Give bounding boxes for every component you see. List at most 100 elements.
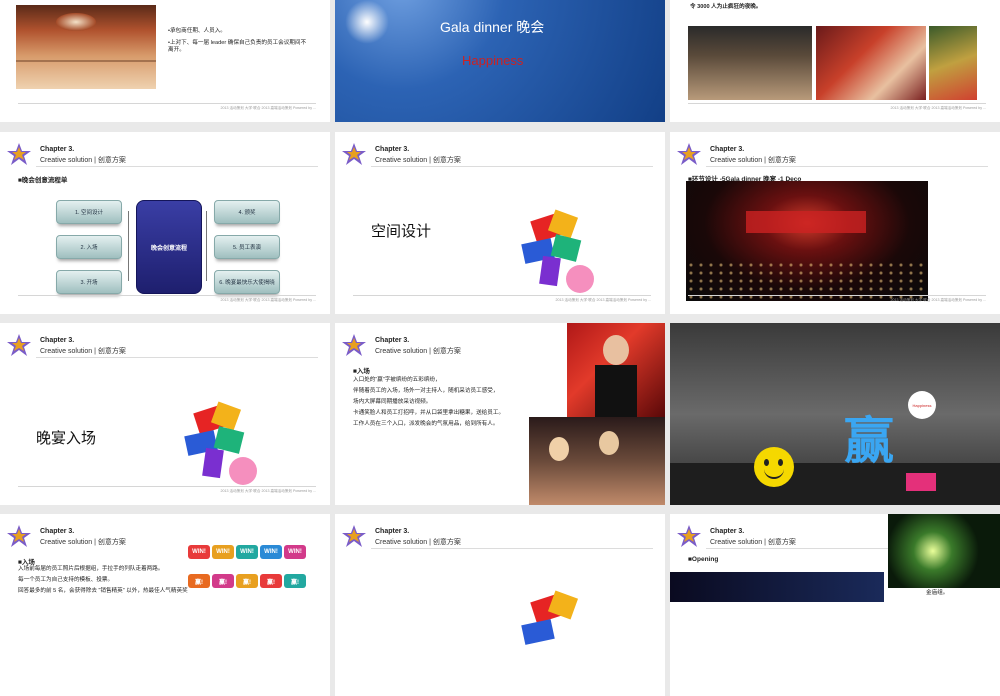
ying-character-sign: 赢: [844, 413, 894, 469]
flow-box-left-3: 3. 开场: [56, 270, 122, 294]
header-rule: [706, 166, 988, 167]
slide-thumbnail-10[interactable]: Chapter 3. Creative solution | 创意方案 ■入场 …: [0, 514, 330, 696]
entrance-line-3: 场内大屏幕同期播放采访视频。: [353, 399, 432, 405]
slide-footer: 2013 活动策划 大学·联合 2013 高端活动策划 Powered by .…: [18, 295, 316, 304]
ying-sign-5: 赢!: [284, 574, 306, 588]
chapter-subtitle: Creative solution | 创意方案: [375, 157, 461, 164]
slide-thumbnail-6[interactable]: Chapter 3. Creative solution | 创意方案 ■环节设…: [670, 132, 1000, 314]
header-rule: [36, 357, 318, 358]
desert-photo: [16, 5, 156, 89]
paparazzi-photo: [567, 323, 665, 417]
win-sign-1: WIN!: [188, 545, 210, 559]
venue-deco-photo: [686, 181, 928, 301]
slide-header: Chapter 3. Creative solution | 创意方案: [335, 514, 665, 556]
star-logo-icon: [342, 334, 366, 356]
slide-footer: 2013 活动策划 大学·联合 2013 高端活动策划 Powered by .…: [353, 295, 651, 304]
slide-thumbnail-12[interactable]: Chapter 3. Creative solution | 创意方案 ■Ope…: [670, 514, 1000, 696]
flow-box-left-1: 1. 空间设计: [56, 200, 122, 224]
slide-thumbnail-2[interactable]: Gala dinner 晚会 Happiness: [335, 0, 665, 122]
ying-sign-4: 赢!: [260, 574, 282, 588]
section-big-title: 空间设计: [371, 223, 432, 240]
star-logo-icon: [7, 334, 31, 356]
slide-footer: 2013 活动策划 大学·联合 2013 高端活动策划 Powered by .…: [18, 103, 316, 112]
win-sign-3: WIN!: [236, 545, 258, 559]
section-heading: ■晚会创意流程单: [18, 177, 68, 184]
bullet-1: •承包商任期、人员入。: [168, 28, 226, 34]
slide-thumbnail-7[interactable]: Chapter 3. Creative solution | 创意方案 晚宴入场…: [0, 323, 330, 505]
colorful-3d-logo-icon: [521, 590, 579, 645]
flow-box-right-2: 5. 员工表演: [214, 235, 280, 259]
flow-box-left-2: 2. 入场: [56, 235, 122, 259]
slide-footer: 2013 活动策划 大学·联合 2013 高端活动策划 Powered by .…: [18, 486, 316, 495]
entrance-line-1: 入口处的“赢”字被缤纷的五彩缤纷，: [353, 377, 441, 383]
flow-box-right-1: 4. 颁奖: [214, 200, 280, 224]
entrance-line-2: 每一个员工为自己支持的模板、投票。: [18, 577, 114, 583]
entrance-line-4: 卡通笑脸人和员工打招呼，并从口袋里拿出糖果，送给员工。: [353, 410, 505, 416]
crowd-photo-2: [816, 26, 926, 100]
connector-right: [206, 211, 207, 281]
ying-sign-3: 赢!: [236, 574, 258, 588]
slide-thumbnail-5[interactable]: Chapter 3. Creative solution | 创意方案 空间设计…: [335, 132, 665, 314]
chapter-subtitle: Creative solution | 创意方案: [710, 539, 796, 546]
bullet-2: •上对下、每一届 leader 确保自己负责的员工会议期间不离开。: [168, 40, 307, 53]
chapter-subtitle: Creative solution | 创意方案: [375, 539, 461, 546]
star-logo-icon: [342, 143, 366, 165]
gala-title: Gala dinner 晚会: [440, 19, 545, 35]
chapter-title: Chapter 3.: [40, 146, 75, 153]
header-rule: [371, 548, 653, 549]
happiness-tagline: Happiness: [462, 53, 524, 68]
chapter-title: Chapter 3.: [375, 337, 410, 344]
star-logo-icon: [677, 143, 701, 165]
chapter-title: Chapter 3.: [40, 337, 75, 344]
entrance-line-5: 工作人员在三个入口，派发晚会的气氛用品，给到所有人。: [353, 421, 499, 427]
section-heading: ■入场: [353, 368, 370, 375]
chapter-subtitle: Creative solution | 创意方案: [40, 348, 126, 355]
slide-header: Chapter 3. Creative solution | 创意方案: [335, 132, 665, 174]
opening-caption: 金庙组。: [926, 590, 949, 596]
entrance-line-1: 入场前每届的员工照片后根据组，手拉手的列队走着两路。: [18, 566, 164, 572]
star-logo-icon: [7, 525, 31, 547]
slide-thumbnail-4[interactable]: Chapter 3. Creative solution | 创意方案 ■晚会创…: [0, 132, 330, 314]
star-logo-icon: [7, 143, 31, 165]
slide-thumbnail-8[interactable]: Chapter 3. Creative solution | 创意方案 ■入场 …: [335, 323, 665, 505]
smiley-mascot-icon: [754, 447, 794, 487]
crowd-photo-1: [688, 26, 812, 100]
slide-footer: 2013 活动策划 大学·联合 2013 高端活动策划 Powered by .…: [688, 295, 986, 304]
happiness-badge: Happiness: [908, 391, 936, 419]
slide-header: Chapter 3. Creative solution | 创意方案: [0, 323, 330, 365]
connector-left: [128, 211, 129, 281]
chapter-subtitle: Creative solution | 创意方案: [375, 348, 461, 355]
ying-sign-1: 赢!: [188, 574, 210, 588]
slide-thumbnail-3[interactable]: 令 3000 人为止疯狂的夜晚。 2013 活动策划 大学·联合 2013 高端…: [670, 0, 1000, 122]
entrance-line-2: 伴随着员工的入场，场外一对主持人，随机采访员工感受，: [353, 388, 499, 394]
ying-sign-2: 赢!: [212, 574, 234, 588]
win-sign-5: WIN!: [284, 545, 306, 559]
header-rule: [36, 166, 318, 167]
section-big-title: 晚宴入场: [36, 430, 97, 447]
flow-center-box: 晚会创意流程: [136, 200, 202, 294]
chapter-title: Chapter 3.: [710, 146, 745, 153]
flow-box-right-3: 6. 晚宴最快乐大使揭晓: [214, 270, 280, 294]
header-rule: [371, 166, 653, 167]
slide-thumbnail-9[interactable]: 赢 Happiness: [670, 323, 1000, 505]
opening-performance-photo: [888, 514, 1000, 588]
slide-thumbnail-11[interactable]: Chapter 3. Creative solution | 创意方案: [335, 514, 665, 696]
colorful-3d-logo-icon: [184, 401, 257, 485]
chapter-title: Chapter 3.: [375, 146, 410, 153]
chapter-subtitle: Creative solution | 创意方案: [710, 157, 796, 164]
slide-header: Chapter 3. Creative solution | 创意方案: [670, 132, 1000, 174]
chapter-title: Chapter 3.: [375, 528, 410, 535]
slide-thumbnail-1[interactable]: •承包商任期、人员入。 •上对下、每一届 leader 确保自己负责的员工会议期…: [0, 0, 330, 122]
opening-stage-photo: [670, 572, 884, 602]
party-crowd-photo: [529, 417, 665, 505]
chapter-subtitle: Creative solution | 创意方案: [40, 157, 126, 164]
chapter-title: Chapter 3.: [710, 528, 745, 535]
section-heading: ■Opening: [688, 556, 719, 563]
star-logo-icon: [677, 525, 701, 547]
slide-header: Chapter 3. Creative solution | 创意方案: [0, 132, 330, 174]
entrance-line-3: 回答最多的前 5 名，会获得除去 “销售精英” 以外，热最佳人气精英奖: [18, 588, 188, 594]
stage-floor: [670, 463, 1000, 505]
win-sign-4: WIN!: [260, 545, 282, 559]
crowd-photo-3: [929, 26, 977, 100]
gift-box-icon: [906, 473, 936, 491]
